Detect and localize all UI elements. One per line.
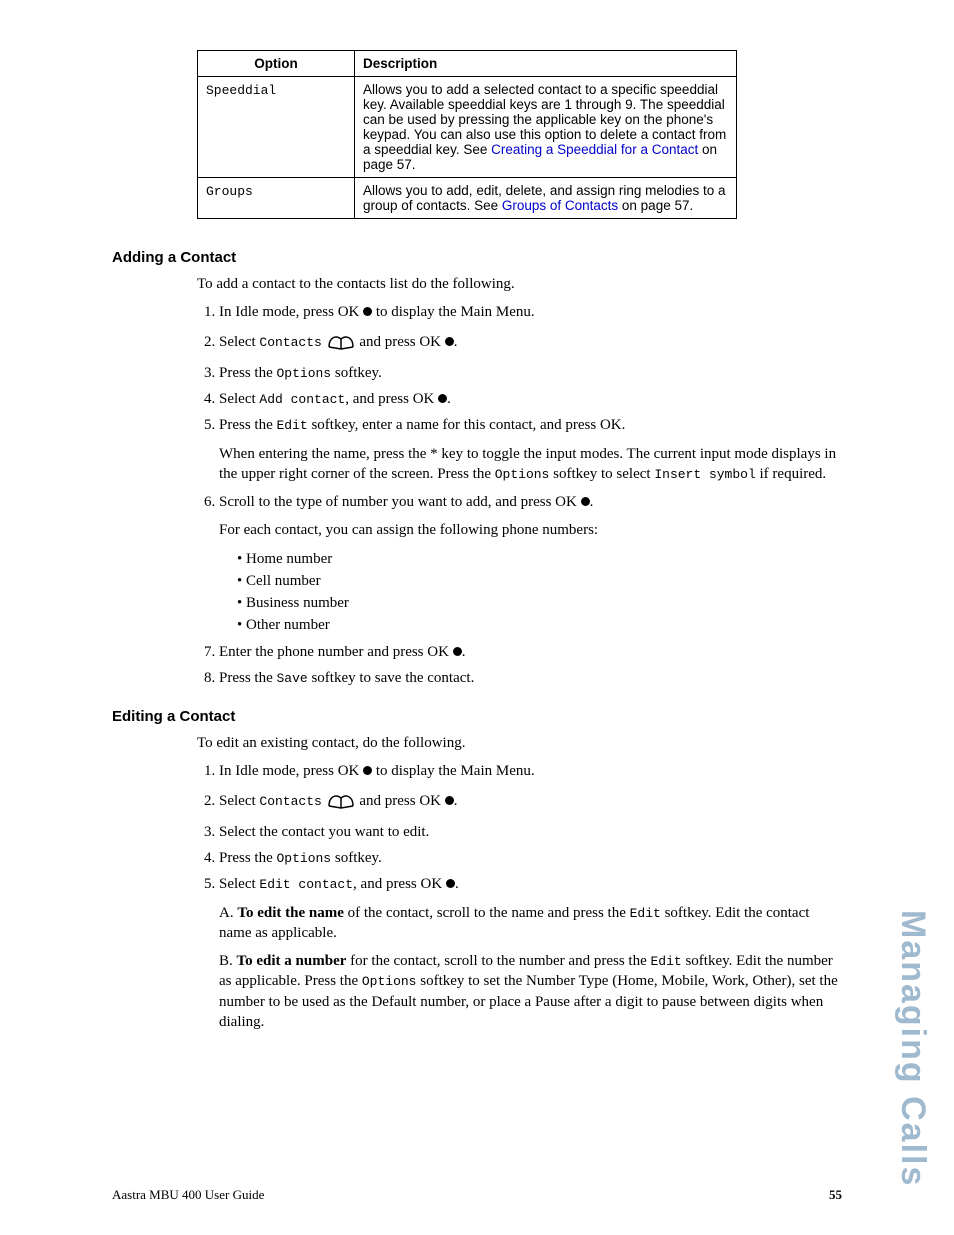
th-option: Option [198,51,355,77]
link-groups[interactable]: Groups of Contacts [502,198,618,213]
step: Select Edit contact, and press OK . A. T… [219,874,842,1032]
substep-a: A. To edit the name of the contact, scro… [219,903,842,944]
table-row: Speeddial Allows you to add a selected c… [198,77,737,178]
list-item: Cell number [237,571,842,591]
footer-title: Aastra MBU 400 User Guide [112,1187,264,1203]
intro-text: To add a contact to the contacts list do… [197,274,842,294]
options-table: Option Description Speeddial Allows you … [197,50,737,219]
section-tab: Managing Calls [893,910,932,1187]
number-types: Home number Cell number Business number … [223,549,842,636]
ok-dot-icon [446,879,455,888]
step: Select the contact you want to edit. [219,822,842,842]
step: Press the Edit softkey, enter a name for… [219,415,842,484]
page-number: 55 [829,1187,842,1203]
step: Select Contacts and press OK . [219,788,842,816]
link-speeddial[interactable]: Creating a Speeddial for a Contact [491,142,698,157]
step: Press the Options softkey. [219,848,842,868]
ok-dot-icon [363,307,372,316]
intro-text: To edit an existing contact, do the foll… [197,733,842,753]
step: Press the Save softkey to save the conta… [219,668,842,688]
adding-steps: In Idle mode, press OK to display the Ma… [197,302,842,688]
th-desc: Description [355,51,737,77]
step: In Idle mode, press OK to display the Ma… [219,761,842,781]
substep-b: B. To edit a number for the contact, scr… [219,951,842,1032]
adding-block: To add a contact to the contacts list do… [197,274,842,688]
ok-dot-icon [438,394,447,403]
list-item: Other number [237,615,842,635]
ok-dot-icon [445,337,454,346]
editing-steps: In Idle mode, press OK to display the Ma… [197,761,842,1032]
table-row: Groups Allows you to add, edit, delete, … [198,178,737,219]
opt-desc: Allows you to add a selected contact to … [355,77,737,178]
heading-adding: Adding a Contact [112,249,842,266]
step: Scroll to the type of number you want to… [219,492,842,636]
contacts-icon [326,329,356,357]
step: Select Contacts and press OK . [219,329,842,357]
ok-dot-icon [363,766,372,775]
editing-block: To edit an existing contact, do the foll… [197,733,842,1032]
heading-editing: Editing a Contact [112,708,842,725]
contacts-icon [326,788,356,816]
step: Press the Options softkey. [219,363,842,383]
page-footer: Aastra MBU 400 User Guide 55 [112,1187,842,1203]
page-content: Option Description Speeddial Allows you … [0,0,954,1100]
ok-dot-icon [453,647,462,656]
step: Enter the phone number and press OK . [219,642,842,662]
list-item: Home number [237,549,842,569]
list-item: Business number [237,593,842,613]
opt-name: Speeddial [206,83,276,98]
ok-dot-icon [581,497,590,506]
step: In Idle mode, press OK to display the Ma… [219,302,842,322]
opt-desc: Allows you to add, edit, delete, and ass… [355,178,737,219]
ok-dot-icon [445,796,454,805]
opt-name: Groups [206,184,253,199]
step: Select Add contact, and press OK . [219,389,842,409]
